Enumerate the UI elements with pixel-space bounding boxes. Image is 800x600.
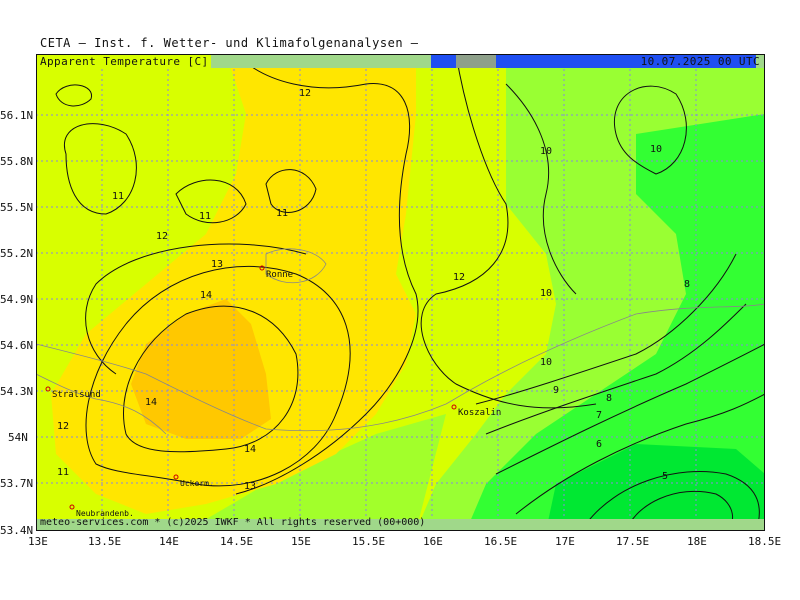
contour-label: 11 — [57, 467, 69, 478]
contour-label: 12 — [299, 88, 311, 99]
lat-label: 55.2N — [0, 247, 34, 260]
lon-label: 15E — [291, 535, 311, 548]
contour-label: 11 — [112, 191, 124, 202]
footer-credit: meteo-services.com * (c)2025 IWKF * All … — [40, 517, 426, 528]
lon-label: 13E — [28, 535, 48, 548]
lat-label: 56.1N — [0, 109, 34, 122]
contour-label: 10 — [650, 144, 662, 155]
lon-label: 14E — [159, 535, 179, 548]
lon-label: 17E — [555, 535, 575, 548]
lon-label: 13.5E — [88, 535, 122, 548]
contour-label: 5 — [662, 471, 668, 482]
lat-label: 54.9N — [0, 293, 34, 306]
page-title: CETA — Inst. f. Wetter- und Klimafolgena… — [40, 36, 419, 50]
header-bar-gray — [456, 54, 496, 68]
city-label-stralsund: Stralsund — [52, 390, 101, 400]
lat-label: 54.3N — [0, 385, 34, 398]
product-label: Apparent Temperature [C] — [40, 55, 209, 68]
contour-label: 7 — [596, 410, 602, 421]
lon-label: 15.5E — [352, 535, 386, 548]
lon-label: 16.5E — [484, 535, 518, 548]
lon-label: 16E — [423, 535, 443, 548]
contour-label: 11 — [199, 211, 211, 222]
valid-time-label: 10.07.2025 00 UTC — [640, 55, 760, 68]
contour-label: 14 — [244, 444, 256, 455]
contour-label: 12 — [453, 272, 465, 283]
contour-label: 13 — [211, 259, 223, 270]
map-svg: 12 11 11 11 12 13 14 14 14 13 12 11 12 1… — [35, 53, 766, 532]
map-panel: 12 11 11 11 12 13 14 14 14 13 12 11 12 1… — [35, 53, 766, 532]
lon-label: 18E — [687, 535, 707, 548]
lat-label: 53.7N — [0, 477, 34, 490]
city-label-ronne: Ronne — [266, 270, 293, 280]
contour-label: 12 — [57, 421, 69, 432]
lon-label: 14.5E — [220, 535, 254, 548]
contour-label: 8 — [684, 279, 690, 290]
contour-label: 12 — [156, 231, 168, 242]
contour-label: 9 — [553, 385, 559, 396]
contour-label: 10 — [540, 288, 552, 299]
city-label-koszalin: Koszalin — [458, 408, 501, 418]
contour-label: 10 — [540, 357, 552, 368]
lat-label: 54N — [8, 431, 28, 444]
lat-label: 55.5N — [0, 201, 34, 214]
contour-label: 14 — [200, 290, 212, 301]
contour-label: 6 — [596, 439, 602, 450]
city-label-uckerm: Uckerm. — [180, 479, 214, 488]
lon-label: 17.5E — [616, 535, 650, 548]
contour-label: 8 — [606, 393, 612, 404]
contour-label: 10 — [540, 146, 552, 157]
contour-label: 11 — [276, 208, 288, 219]
lat-label: 54.6N — [0, 339, 34, 352]
contour-label: 13 — [244, 481, 256, 492]
lat-label: 55.8N — [0, 155, 34, 168]
lon-label: 18.5E — [748, 535, 782, 548]
contour-label: 14 — [145, 397, 157, 408]
